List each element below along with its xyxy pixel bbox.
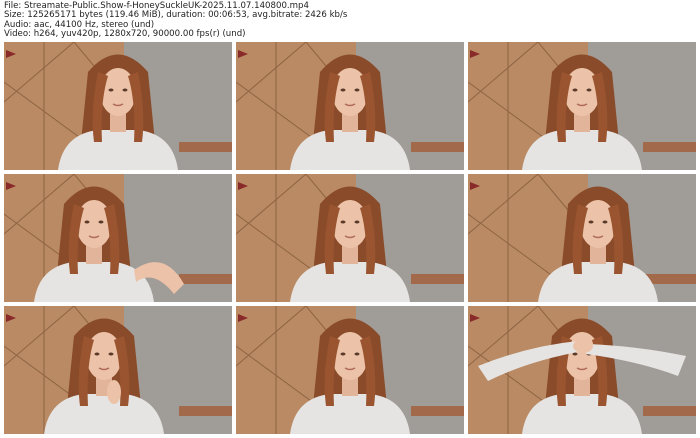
- video-thumbnail: [4, 42, 232, 170]
- thumbnail-frame-image: [236, 42, 464, 170]
- file-info-header: File: Streamate-Public.Show-f-HoneySuckl…: [4, 1, 347, 39]
- thumbnail-frame-image: [4, 306, 232, 434]
- thumbnail-frame-image: [236, 306, 464, 434]
- video-thumbnail: [236, 306, 464, 434]
- thumbnail-frame-image: [4, 174, 232, 302]
- thumbnail-frame-image: [236, 174, 464, 302]
- video-thumbnail: [4, 174, 232, 302]
- video-info-line: Video: h264, yuv420p, 1280x720, 90000.00…: [4, 28, 246, 39]
- video-thumbnail: [236, 42, 464, 170]
- video-thumbnail: [468, 174, 696, 302]
- thumbnail-frame-image: [468, 42, 696, 170]
- video-thumbnail: [468, 306, 696, 434]
- thumbnail-frame-image: [468, 306, 696, 434]
- thumbnail-frame-image: [4, 42, 232, 170]
- video-thumbnail: [468, 42, 696, 170]
- thumbnail-frame-image: [468, 174, 696, 302]
- thumbnail-grid: [4, 42, 696, 435]
- video-thumbnail: [236, 174, 464, 302]
- video-thumbnail: [4, 306, 232, 434]
